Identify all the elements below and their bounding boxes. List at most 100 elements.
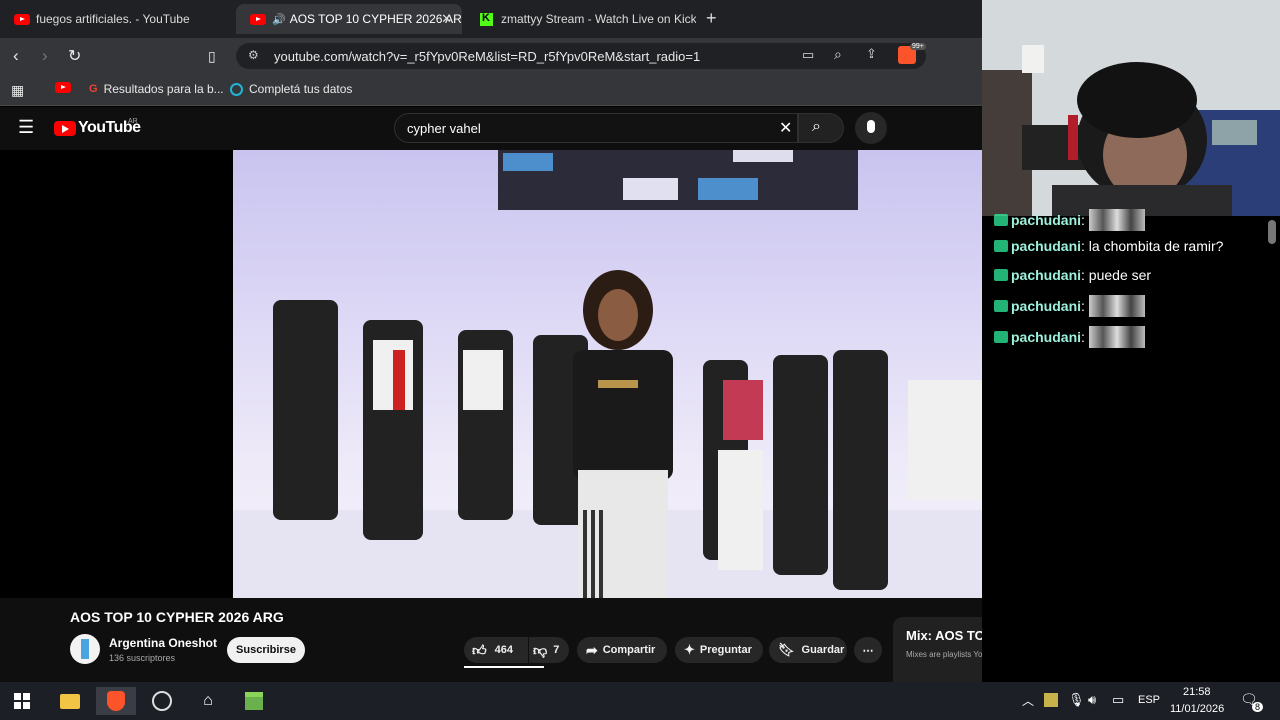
voice-search-button[interactable] [855, 112, 887, 144]
apps-grid-icon[interactable]: ▦ [11, 82, 24, 99]
kick-chat: pachudani: pachudani: la chombita de ram… [982, 209, 1280, 682]
tab-label: zmattyy Stream - Watch Live on Kick [501, 12, 696, 26]
menu-icon[interactable]: ☰ [18, 117, 34, 138]
circle-icon [230, 82, 243, 96]
sparkle-icon: ✦ [684, 642, 695, 657]
mic-icon [867, 120, 875, 133]
bookmark-completa[interactable]: Completá tus datos [230, 82, 352, 96]
cast-icon[interactable]: ▭ [802, 47, 814, 63]
volume-icon[interactable]: 🔊︎ [1088, 692, 1096, 708]
like-button[interactable]: 👍︎ 464 [464, 637, 528, 663]
search-button[interactable]: ⌕ [798, 113, 844, 143]
video-frame [233, 150, 1032, 598]
url-box[interactable]: ⚙ youtube.com/watch?v=_r5fYpv0ReM&list=R… [236, 43, 926, 69]
chat-emote-icon [1088, 326, 1145, 348]
chat-username[interactable]: pachudani [1011, 212, 1081, 228]
chat-username[interactable]: pachudani [1011, 238, 1081, 254]
brave-icon [107, 691, 125, 711]
video-title: AOS TOP 10 CYPHER 2026 ARG [70, 609, 284, 625]
chat-emote-icon [1088, 295, 1145, 317]
chat-username[interactable]: pachudani [1011, 298, 1081, 314]
search-icon: ⌕ [812, 118, 821, 135]
minecraft-icon [245, 692, 263, 710]
start-button[interactable] [2, 687, 42, 715]
windows-logo-icon [14, 693, 30, 709]
share-arrow-icon: ➦ [586, 641, 598, 658]
clear-search-icon[interactable]: ✕ [779, 118, 792, 138]
subscriber-badge-icon [994, 331, 1008, 343]
taskbar-minecraft[interactable] [234, 687, 274, 715]
obs-icon [152, 691, 172, 711]
taskbar-file-explorer[interactable] [50, 687, 90, 715]
clock-time[interactable]: 21:58 [1183, 686, 1211, 698]
more-actions-button[interactable]: ⋯ [854, 637, 882, 663]
chat-message: pachudani: [994, 209, 1145, 231]
notification-count: 8 [1252, 702, 1264, 712]
chat-message: pachudani: [994, 326, 1145, 348]
taskbar-obs[interactable] [142, 687, 182, 715]
chat-emote-icon [1088, 209, 1145, 231]
more-icon: ⋯ [862, 644, 874, 657]
taskbar-app[interactable]: ⌂ [188, 687, 228, 715]
video-player[interactable] [233, 150, 1032, 598]
folder-icon [60, 693, 80, 709]
chat-message: pachudani: puede ser [994, 267, 1151, 283]
webcam-overlay [982, 0, 1280, 216]
save-button[interactable]: 🔖︎ Guardar [769, 637, 847, 663]
bookmark-icon[interactable]: ▯ [208, 48, 216, 65]
zoom-icon[interactable]: ⌕ [834, 46, 842, 63]
windows-taskbar: ⌂ ︿ 🎙︎ 🔊︎ ▭ ESP 21:58 11/01/2026 🗨︎ 8 [0, 682, 1280, 720]
search-value: cypher vahel [407, 121, 481, 136]
site-info-icon[interactable]: ⚙ [248, 48, 259, 62]
reload-icon[interactable]: ↻ [68, 46, 81, 66]
ask-button[interactable]: ✦ Preguntar [675, 637, 763, 663]
bookmarks-bar: ▦ G Resultados para la b... Completá tus… [0, 74, 982, 106]
bookmark-google[interactable]: G Resultados para la b... [89, 82, 224, 96]
tray-app-icon[interactable] [1044, 693, 1058, 707]
share-icon[interactable]: ⇪ [866, 46, 877, 62]
chat-username[interactable]: pachudani [1011, 329, 1081, 345]
region-code: AR [128, 118, 138, 125]
chat-text: puede ser [1088, 267, 1152, 283]
bookmark-youtube[interactable] [55, 82, 77, 93]
tab-kick[interactable]: zmattyy Stream - Watch Live on Kick [466, 4, 696, 34]
kick-favicon-icon [480, 12, 493, 26]
language-indicator[interactable]: ESP [1138, 694, 1160, 706]
channel-name[interactable]: Argentina Oneshot [109, 636, 217, 650]
shield-badge: 99+ [910, 43, 926, 50]
tab-active-cypher[interactable]: 🔊 AOS TOP 10 CYPHER 2026 AR ✕ [236, 4, 462, 34]
taskbar-brave[interactable] [96, 687, 136, 715]
forward-icon[interactable]: › [42, 46, 48, 66]
tab-bar: fuegos artificiales. - YouTube 🔊 AOS TOP… [0, 0, 982, 38]
subscribe-button[interactable]: Suscribirse [227, 637, 305, 663]
youtube-favicon-icon [55, 82, 71, 93]
subscriber-badge-icon [994, 214, 1008, 226]
search-input[interactable]: cypher vahel ✕ [394, 113, 798, 143]
youtube-favicon-icon [14, 13, 30, 25]
bookmark-save-icon: 🔖︎ [778, 642, 795, 657]
subscriber-badge-icon [994, 269, 1008, 281]
network-icon[interactable]: ▭ [1112, 692, 1124, 708]
dislike-button[interactable]: 👎︎ 7 [529, 637, 569, 663]
chat-text: la chombita de ramir? [1088, 238, 1224, 254]
webcam-frame [982, 0, 1280, 216]
youtube-favicon-icon [250, 13, 266, 25]
save-label: Guardar [801, 644, 845, 656]
video-info: AOS TOP 10 CYPHER 2026 ARG Argentina One… [0, 598, 982, 682]
back-icon[interactable]: ‹ [13, 46, 19, 66]
share-label: Compartir [602, 644, 656, 656]
chat-username[interactable]: pachudani [1011, 267, 1081, 283]
tab-label: AOS TOP 10 CYPHER 2026 AR [289, 12, 462, 26]
share-button[interactable]: ➦ Compartir [577, 637, 667, 663]
microphone-icon[interactable]: 🎙︎ [1068, 692, 1085, 708]
tray-chevron-icon[interactable]: ︿ [1022, 692, 1034, 709]
play-glyph-icon [62, 125, 69, 133]
avatar-flag-icon [81, 639, 89, 659]
close-tab-icon[interactable]: ✕ [441, 11, 452, 27]
chat-scrollbar[interactable] [1268, 220, 1276, 244]
tab-fuegos[interactable]: fuegos artificiales. - YouTube [0, 4, 234, 34]
google-icon: G [89, 83, 98, 95]
clock-date[interactable]: 11/01/2026 [1170, 703, 1224, 715]
url-text: youtube.com/watch?v=_r5fYpv0ReM&list=RD_… [274, 49, 701, 64]
new-tab-icon[interactable]: + [706, 8, 717, 29]
